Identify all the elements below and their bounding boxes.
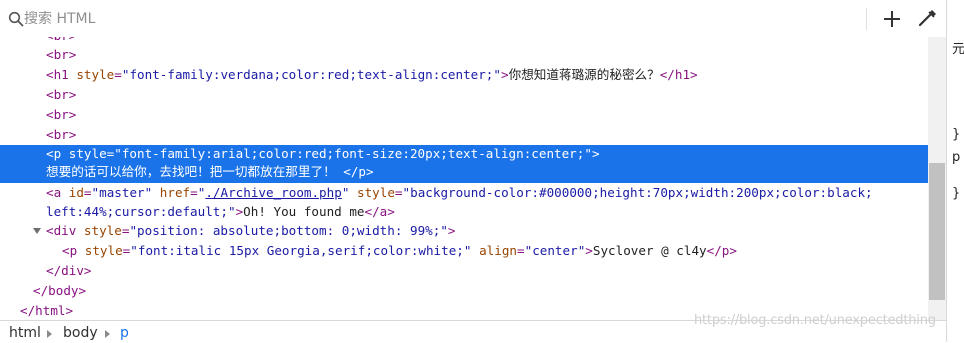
styles-side-panel: 元 } p } bbox=[946, 0, 964, 342]
dom-node-a-continued[interactable]: left:44%;cursor:default;">Oh! You found … bbox=[0, 202, 928, 222]
search-icon bbox=[8, 11, 24, 27]
search-bar bbox=[0, 0, 946, 38]
expand-triangle-icon[interactable] bbox=[33, 228, 41, 234]
chevron-right-icon bbox=[105, 330, 110, 338]
dom-node-br[interactable]: <br> bbox=[0, 125, 928, 145]
breadcrumb-item-body[interactable]: body bbox=[63, 325, 98, 341]
search-input[interactable] bbox=[24, 8, 854, 30]
archive-room-link[interactable]: ./Archive_room.php bbox=[205, 185, 341, 200]
plus-icon bbox=[884, 11, 900, 27]
devtools-inspector: <br> <br> <h1 style="font-family:verdana… bbox=[0, 0, 964, 343]
scrollbar[interactable] bbox=[928, 37, 946, 320]
eyedropper-button[interactable] bbox=[913, 6, 941, 32]
breadcrumb-item-p[interactable]: p bbox=[120, 325, 129, 341]
dom-node-p-selected[interactable]: <p style="font-family:arial;color:red;fo… bbox=[0, 145, 928, 183]
watermark: https://blog.csdn.net/unexpectedthing bbox=[694, 313, 936, 328]
dom-node-div[interactable]: <div style="position: absolute;bottom: 0… bbox=[0, 221, 928, 241]
dom-tree: <br> <br> <h1 style="font-family:verdana… bbox=[0, 37, 928, 320]
dom-node-p-child[interactable]: <p style="font:italic 15px Georgia,serif… bbox=[0, 241, 928, 261]
dom-node-br[interactable]: <br> bbox=[0, 45, 928, 65]
scrollbar-thumb[interactable] bbox=[929, 163, 945, 300]
eyedropper-icon bbox=[918, 10, 936, 27]
dom-node-div-close[interactable]: </div> bbox=[0, 261, 928, 281]
dom-node-h1[interactable]: <h1 style="font-family:verdana;color:red… bbox=[0, 65, 928, 85]
side-panel-text: p bbox=[952, 150, 961, 165]
add-node-button[interactable] bbox=[878, 6, 906, 32]
breadcrumb-item-html[interactable]: html bbox=[9, 325, 41, 341]
dom-node-a[interactable]: <a id="master" href="./Archive_room.php"… bbox=[0, 183, 928, 203]
dom-node-body-close[interactable]: </body> bbox=[0, 281, 928, 301]
toolbar-divider bbox=[866, 8, 867, 30]
side-panel-text: } bbox=[952, 127, 961, 142]
chevron-right-icon bbox=[47, 330, 52, 338]
dom-node-br[interactable]: <br> bbox=[0, 105, 928, 125]
dom-node-br[interactable]: <br> bbox=[0, 85, 928, 105]
side-panel-text: 元 bbox=[952, 42, 964, 57]
side-panel-text: } bbox=[952, 186, 961, 201]
